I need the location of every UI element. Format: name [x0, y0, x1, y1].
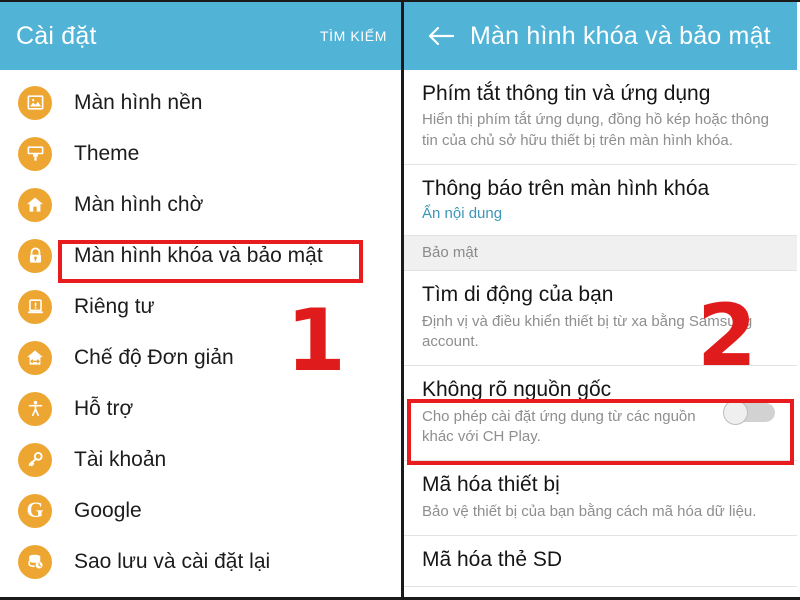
- settings-panel: Cài đặt TÌM KIẾM Màn hình nền Theme Màn …: [0, 2, 404, 597]
- sidebar-item-lock-screen-security[interactable]: Màn hình khóa và bảo mật: [0, 230, 401, 281]
- settings-list: Màn hình nền Theme Màn hình chờ Màn hình…: [0, 70, 401, 587]
- sidebar-item-theme[interactable]: Theme: [0, 128, 401, 179]
- unknown-sources-toggle[interactable]: [723, 400, 775, 426]
- pref-title: Mã hóa thẻ SD: [422, 547, 563, 571]
- back-arrow-icon[interactable]: [426, 21, 456, 51]
- sidebar-item-google[interactable]: G Google: [0, 485, 401, 536]
- privacy-icon: [18, 289, 52, 324]
- brush-icon: [18, 136, 52, 171]
- pref-find-my-mobile[interactable]: Tìm di động của bạn Định vị và điều khiể…: [404, 271, 797, 367]
- sidebar-item-label: Google: [74, 498, 142, 522]
- search-button[interactable]: TÌM KIẾM: [320, 28, 387, 44]
- sidebar-item-accessibility[interactable]: Hỗ trợ: [0, 383, 401, 434]
- pref-title: Không rõ nguồn gốc: [422, 378, 612, 402]
- sidebar-item-backup-reset[interactable]: Sao lưu và cài đặt lại: [0, 536, 401, 587]
- pref-encrypt-sd-card[interactable]: Mã hóa thẻ SD: [404, 536, 797, 588]
- pref-title: Mã hóa thiết bị: [422, 473, 560, 497]
- sidebar-item-accounts[interactable]: Tài khoản: [0, 434, 401, 485]
- sidebar-item-label: Chế độ Đơn giản: [74, 345, 234, 369]
- pref-subtitle: Bảo vệ thiết bị của bạn bằng cách mã hóa…: [422, 502, 757, 520]
- backup-restore-icon: [18, 544, 52, 579]
- pref-title: Thông báo trên màn hình khóa: [422, 177, 710, 201]
- sidebar-item-label: Riêng tư: [74, 294, 155, 318]
- detail-appbar: Màn hình khóa và bảo mật: [404, 2, 797, 70]
- key-icon: [18, 442, 52, 477]
- sidebar-item-label: Màn hình nền: [74, 90, 203, 114]
- lockscreen-security-panel: Màn hình khóa và bảo mật Phím tắt thông …: [404, 2, 797, 597]
- image-icon: [18, 85, 52, 120]
- pref-encrypt-device[interactable]: Mã hóa thiết bị Bảo vệ thiết bị của bạn …: [404, 461, 797, 536]
- pref-subtitle-link: Ẩn nội dung: [422, 205, 503, 223]
- settings-appbar: Cài đặt TÌM KIẾM: [0, 2, 401, 70]
- sidebar-item-home-screen[interactable]: Màn hình chờ: [0, 179, 401, 230]
- preference-list: Phím tắt thông tin và ứng dụng Hiển thị …: [404, 70, 797, 588]
- pref-lockscreen-notifications[interactable]: Thông báo trên màn hình khóa Ẩn nội dung: [404, 165, 797, 237]
- pref-info-app-shortcuts[interactable]: Phím tắt thông tin và ứng dụng Hiển thị …: [404, 70, 797, 166]
- simple-mode-icon: [18, 340, 52, 375]
- google-g-glyph: G: [26, 496, 44, 522]
- sidebar-item-privacy[interactable]: Riêng tư: [0, 281, 401, 332]
- sidebar-item-label: Theme: [74, 141, 140, 165]
- section-header-security: Bảo mật: [404, 236, 797, 272]
- pref-title: Tìm di động của bạn: [422, 283, 614, 307]
- pref-title: Phím tắt thông tin và ứng dụng: [422, 82, 711, 105]
- pref-subtitle: Hiển thị phím tắt ứng dụng, đồng hồ kép …: [422, 111, 769, 149]
- home-icon: [18, 187, 52, 222]
- screenshot-root: Cài đặt TÌM KIẾM Màn hình nền Theme Màn …: [0, 0, 800, 600]
- sidebar-item-label: Tài khoản: [74, 447, 167, 471]
- sidebar-item-simple-mode[interactable]: Chế độ Đơn giản: [0, 332, 401, 383]
- sidebar-item-label: Hỗ trợ: [74, 396, 134, 420]
- sidebar-item-label: Sao lưu và cài đặt lại: [74, 549, 271, 573]
- pref-subtitle: Cho phép cài đặt ứng dụng từ các nguồn k…: [422, 407, 696, 445]
- pref-text-block: Không rõ nguồn gốc Cho phép cài đặt ứng …: [422, 377, 709, 447]
- lock-icon: [18, 238, 52, 273]
- pref-subtitle: Định vị và điều khiển thiết bị từ xa bằn…: [422, 312, 753, 350]
- sidebar-item-wallpaper[interactable]: Màn hình nền: [0, 77, 401, 128]
- detail-title: Màn hình khóa và bảo mật: [470, 21, 771, 50]
- page-title: Cài đặt: [16, 21, 97, 50]
- sidebar-item-label: Màn hình khóa và bảo mật: [74, 243, 323, 267]
- google-g-icon: G: [18, 493, 52, 528]
- sidebar-item-label: Màn hình chờ: [74, 192, 204, 216]
- accessibility-icon: [18, 391, 52, 426]
- pref-unknown-sources[interactable]: Không rõ nguồn gốc Cho phép cài đặt ứng …: [404, 366, 797, 462]
